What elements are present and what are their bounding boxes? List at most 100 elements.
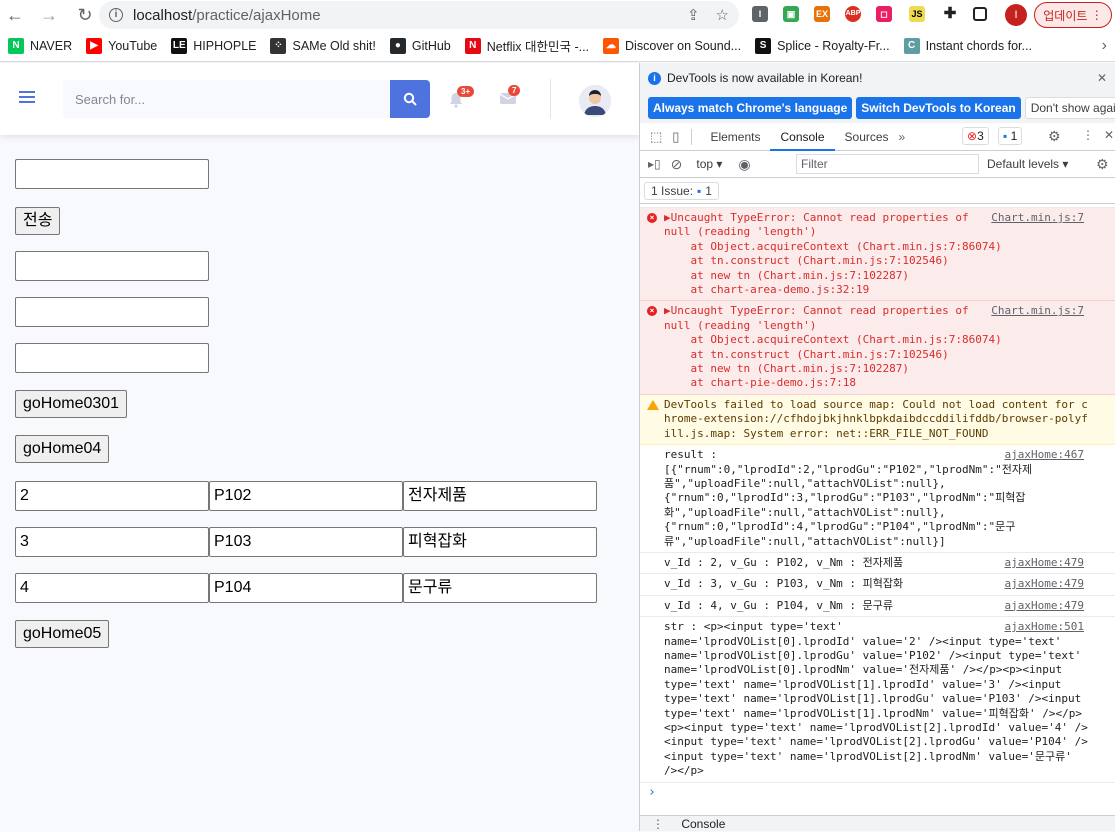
user-avatar[interactable] [579,85,611,117]
extensions-puzzle-icon[interactable]: ✚ [942,6,958,22]
console-prompt[interactable]: › [640,783,1115,805]
error-2-source-link[interactable]: Chart.min.js:7 [991,304,1084,318]
messages-envelope-icon[interactable]: 7 [499,85,521,108]
site-info-icon[interactable]: i [109,8,123,22]
gohome0301-button[interactable]: goHome0301 [15,390,128,418]
bookmark-item[interactable]: ▶ YouTube [86,37,157,54]
bookmark-star-icon[interactable]: ☆ [716,6,729,24]
issues-chip[interactable]: 1 Issue: ▪ 1 [644,181,719,200]
share-icon[interactable]: ⇪ [687,6,700,24]
error-counter[interactable]: ⊗3 [962,127,989,145]
extension-pink-icon[interactable]: ◻ [876,6,892,22]
row2-nm-input[interactable]: 피혁잡화 [403,527,597,557]
row3-gu-input[interactable]: P104 [209,573,403,603]
sidebar-toggle-icon[interactable]: ▸▯ [648,157,661,171]
bookmark-item[interactable]: ⁘ SAMe Old shit! [270,37,376,54]
console-warning[interactable]: DevTools failed to load source map: Coul… [640,394,1115,446]
str-source-link[interactable]: ajaxHome:501 [1005,620,1084,634]
row2-id-input[interactable]: 3 [15,527,209,557]
console-log-2[interactable]: v_Id : 3, v_Gu : P103, v_Nm : 피혁잡화 ajaxH… [640,574,1115,596]
close-devtools-icon[interactable]: ✕ [1104,128,1114,142]
row2-gu-input[interactable]: P103 [209,527,403,557]
settings-gear-icon[interactable]: ⚙ [1048,128,1061,145]
bookmark-item[interactable]: LE HIPHOPLE [171,37,256,54]
tab-sources[interactable]: Sources [835,123,899,151]
more-options-icon[interactable]: ⋮ [1082,128,1094,142]
device-toolbar-icon[interactable]: ▯ [672,129,679,145]
forward-arrow-icon[interactable]: → [36,2,62,28]
clear-console-icon[interactable]: ⊘ [671,156,683,173]
input-2[interactable] [15,251,209,281]
error-2-stack-2[interactable]: at tn.construct (Chart.min.js:7:102546) [664,348,1108,362]
search-input[interactable] [63,80,390,118]
dont-show-again-button[interactable]: Don't show again [1024,97,1115,119]
gohome04-button[interactable]: goHome04 [15,435,110,463]
console-log-3[interactable]: v_Id : 4, v_Gu : P104, v_Nm : 문구류 ajaxHo… [640,596,1115,618]
input-3[interactable] [15,297,209,327]
send-button[interactable]: 전송 [15,207,61,235]
bookmark-item[interactable]: ● GitHub [389,37,451,54]
close-notice-icon[interactable]: ✕ [1097,71,1107,85]
reload-icon[interactable]: ↻ [72,2,98,28]
extension-gray-icon[interactable]: I [752,6,768,22]
side-panel-icon[interactable] [973,7,987,21]
console-error-2[interactable]: × ▶Uncaught TypeError: Cannot read prope… [640,301,1115,395]
update-button[interactable]: 업데이트 ⋮ [1034,2,1112,28]
switch-korean-button[interactable]: Switch DevTools to Korean [856,97,1021,119]
row3-nm-input[interactable]: 문구류 [403,573,597,603]
error-1-stack-2[interactable]: at tn.construct (Chart.min.js:7:102546) [664,254,1108,268]
input-4[interactable] [15,343,209,373]
live-expression-eye-icon[interactable]: ◉ [738,156,750,173]
log-2-source-link[interactable]: ajaxHome:479 [1005,577,1084,591]
bookmark-item[interactable]: S Splice - Royalty-Fr... [755,37,890,54]
search-button[interactable] [390,80,430,118]
info-counter[interactable]: ▪ 1 [998,127,1023,145]
match-language-button[interactable]: Always match Chrome's language [648,97,853,119]
adblock-icon[interactable]: ABP [845,6,861,22]
bookmark-item[interactable]: C Instant chords for... [903,37,1032,54]
drawer-menu-icon[interactable]: ⋮ [652,817,664,831]
tab-elements[interactable]: Elements [700,123,770,151]
tab-console[interactable]: Console [770,123,835,151]
inspect-element-icon[interactable]: ⬚ [650,129,662,145]
console-filter-input[interactable]: Filter [796,154,979,174]
row1-nm-input[interactable]: 전자제품 [403,481,597,511]
error-1-stack-1[interactable]: at Object.acquireContext (Chart.min.js:7… [664,240,1108,254]
error-2-stack-3[interactable]: at new tn (Chart.min.js:7:102287) [664,362,1108,376]
extension-js-icon[interactable]: JS [909,6,925,22]
profile-avatar[interactable]: I [1005,4,1027,26]
row1-gu-input[interactable]: P102 [209,481,403,511]
console-drawer-tab[interactable]: ⋮ Console [640,815,1115,831]
bookmark-item[interactable]: ☁ Discover on Sound... [603,37,741,54]
extension-green-icon[interactable]: ▣ [783,6,799,22]
error-2-stack-4[interactable]: at chart-pie-demo.js:7:18 [664,376,1108,390]
log-3-source-link[interactable]: ajaxHome:479 [1005,599,1084,613]
error-1-stack-4[interactable]: at chart-area-demo.js:32:19 [664,283,1108,297]
sidebar-toggle-icon[interactable] [19,91,35,106]
console-log-str[interactable]: str : <p><input type='text' name='lprodV… [640,617,1115,783]
log-1-source-link[interactable]: ajaxHome:479 [1005,556,1084,570]
log-levels-select[interactable]: Default levels ▾ [987,157,1068,171]
error-1-source-link[interactable]: Chart.min.js:7 [991,211,1084,225]
row1-id-input[interactable]: 2 [15,481,209,511]
console-error-1[interactable]: × ▶Uncaught TypeError: Cannot read prope… [640,208,1115,302]
error-2-stack-1[interactable]: at Object.acquireContext (Chart.min.js:7… [664,333,1108,347]
console-settings-icon[interactable]: ⚙ [1096,156,1109,173]
error-1-stack-3[interactable]: at new tn (Chart.min.js:7:102287) [664,269,1108,283]
more-tabs-icon[interactable]: » [899,130,906,144]
notice-text: DevTools is now available in Korean! [667,71,863,85]
result-source-link[interactable]: ajaxHome:467 [1005,448,1084,462]
bookmark-item[interactable]: N NAVER [8,37,72,54]
console-log-1[interactable]: v_Id : 2, v_Gu : P102, v_Nm : 전자제품 ajaxH… [640,553,1115,575]
context-select[interactable]: top ▾ [696,157,722,171]
more-bookmarks-icon[interactable]: › [1102,37,1107,55]
alerts-bell-icon[interactable]: 3+ [449,86,475,108]
input-1[interactable] [15,159,209,189]
back-arrow-icon[interactable]: ← [2,2,28,28]
console-log-result[interactable]: result : [{"rnum":0,"lprodId":2,"lprodGu… [640,445,1115,553]
gohome05-button[interactable]: goHome05 [15,620,110,648]
bookmark-item[interactable]: N Netflix 대한민국 -... [464,36,589,55]
address-bar[interactable]: i localhost/practice/ajaxHome ⇪ ☆ [99,1,739,29]
extension-ex-icon[interactable]: EX [814,6,830,22]
row3-id-input[interactable]: 4 [15,573,209,603]
